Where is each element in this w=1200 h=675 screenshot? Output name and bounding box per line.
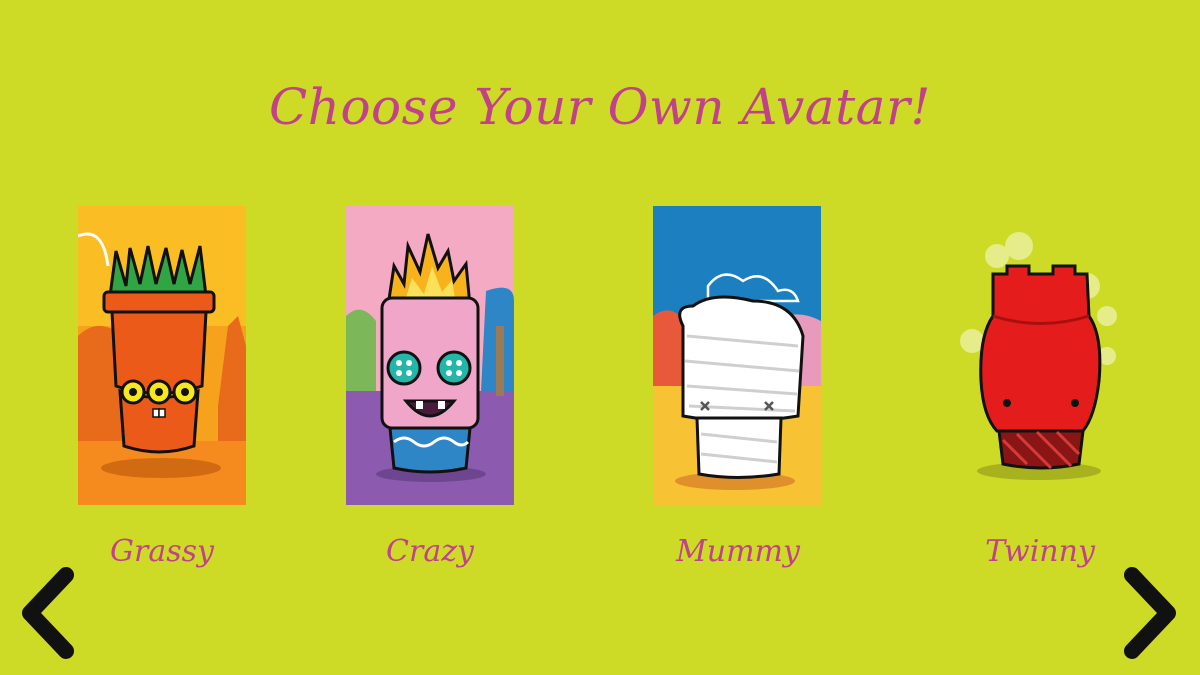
twinny-avatar-image — [957, 206, 1125, 505]
grassy-avatar-image — [78, 206, 246, 505]
avatar-card-twinny[interactable] — [957, 206, 1125, 505]
next-button[interactable] — [1118, 563, 1182, 663]
chevron-left-icon — [22, 567, 74, 659]
page-title: Choose Your Own Avatar! — [269, 78, 931, 136]
avatar-name-twinny[interactable]: Twinny — [930, 534, 1150, 569]
previous-button[interactable] — [16, 563, 80, 663]
avatar-name-mummy[interactable]: Mummy — [628, 534, 848, 569]
chevron-right-icon — [1124, 567, 1176, 659]
mummy-avatar-image — [653, 206, 821, 505]
avatar-card-crazy[interactable] — [346, 206, 514, 505]
avatar-name-crazy[interactable]: Crazy — [320, 534, 540, 569]
avatar-card-mummy[interactable] — [653, 206, 821, 505]
crazy-avatar-image — [346, 206, 514, 505]
avatar-name-grassy[interactable]: Grassy — [52, 534, 272, 569]
avatar-card-grassy[interactable] — [78, 206, 246, 505]
